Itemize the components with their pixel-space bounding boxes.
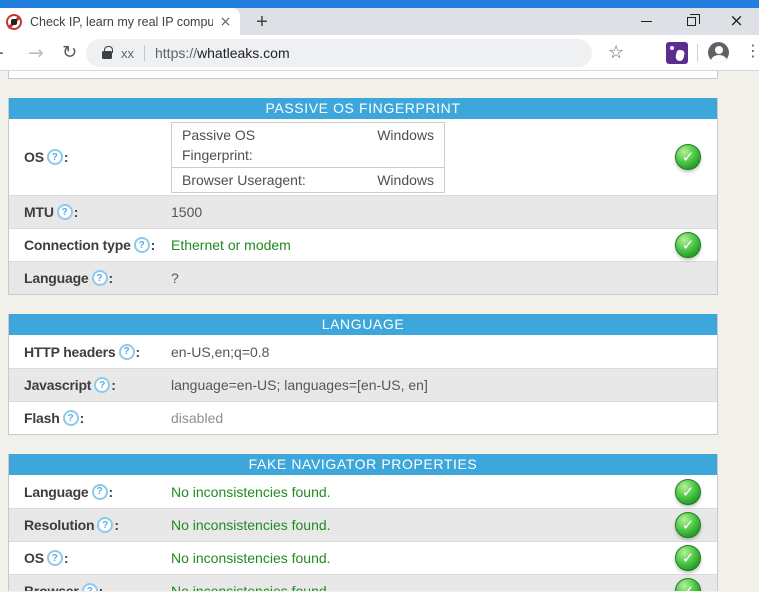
table-row: MTU ? : 1500 (9, 195, 717, 228)
table-passive-os-fingerprint: PASSIVE OS FINGERPRINT OS ? : Passive OS… (8, 98, 718, 295)
window-controls: × (624, 8, 759, 35)
status-cell: ✓ (657, 144, 717, 170)
restore-icon (687, 14, 700, 26)
table-row: Language ? : ? (9, 261, 717, 294)
tab-close-icon[interactable]: × (217, 13, 234, 30)
row-value: en-US,en;q=0.8 (171, 343, 270, 360)
extension-icon[interactable] (666, 42, 688, 64)
status-cell: ✓ (657, 545, 717, 571)
row-label: Resolution ? : (24, 517, 120, 533)
status-cell: ✓ (657, 478, 717, 505)
check-ok-icon: ✓ (675, 578, 701, 591)
check-ok-icon: ✓ (675, 478, 701, 505)
close-icon: × (729, 11, 744, 31)
row-label: Javascript ? : (24, 377, 116, 393)
help-icon[interactable]: ? (94, 377, 111, 393)
help-icon[interactable]: ? (97, 517, 114, 533)
table-row: OS ? : No inconsistencies found. ✓ (9, 541, 717, 574)
row-label: OS ? : (24, 550, 69, 566)
restore-button[interactable] (669, 8, 714, 35)
row-value: Passive OS Fingerprint: Windows Browser … (171, 121, 657, 193)
help-icon[interactable]: ? (46, 149, 63, 165)
table-header: PASSIVE OS FINGERPRINT (9, 98, 717, 119)
browser-titlebar: Check IP, learn my real IP compu × + × (0, 0, 759, 35)
reload-button[interactable]: ↻ (62, 41, 77, 65)
check-ok-icon: ✓ (675, 545, 701, 571)
table-row: Flash ? : disabled (9, 401, 717, 434)
row-value: language=en-US; languages=[en-US, en] (171, 377, 428, 393)
profile-avatar[interactable] (708, 42, 729, 63)
minimize-button[interactable] (624, 8, 669, 35)
table-row: Browser ? : No inconsistencies found. ✓ (9, 574, 717, 591)
back-button[interactable]: ← (0, 41, 4, 65)
table-row: Resolution ? : No inconsistencies found.… (9, 508, 717, 541)
row-value: No inconsistencies found. (171, 550, 331, 566)
close-window-button[interactable]: × (714, 8, 759, 35)
minimize-icon (641, 21, 652, 22)
help-icon[interactable]: ? (91, 483, 108, 500)
window-accent-strip (0, 0, 759, 8)
row-label: Language ? : (24, 270, 114, 286)
table-header: FAKE NAVIGATOR PROPERTIES (9, 454, 717, 475)
status-cell: ✓ (657, 512, 717, 538)
table-row: Connection type ? : Ethernet or modem ✓ (9, 228, 717, 261)
row-label: Language ? : (24, 483, 114, 500)
row-label: Connection type ? : (24, 237, 156, 253)
row-label: MTU ? : (24, 204, 79, 220)
table-row: Language ? : No inconsistencies found. ✓ (9, 475, 717, 508)
table-language: LANGUAGE HTTP headers ? : en-US,en;q=0.8… (8, 314, 718, 435)
row-label: Flash ? : (24, 410, 85, 426)
row-label: OS ? : (24, 149, 69, 165)
row-value: disabled (171, 410, 224, 426)
page-content: PASSIVE OS FINGERPRINT OS ? : Passive OS… (0, 71, 759, 591)
browser-toolbar: ← → ↻ xx https:// whatleaks.com ☆ ⋮ (0, 35, 759, 71)
os-detail-table: Passive OS Fingerprint: Windows Browser … (171, 121, 445, 193)
help-icon[interactable]: ? (56, 204, 73, 220)
table-fake-navigator-properties: FAKE NAVIGATOR PROPERTIES Language ? : N… (8, 454, 718, 591)
check-ok-icon: ✓ (675, 512, 701, 538)
status-cell: ✓ (657, 578, 717, 591)
address-badge: xx (121, 45, 134, 61)
table-header: LANGUAGE (9, 314, 717, 335)
browser-menu-icon[interactable]: ⋮ (745, 41, 759, 60)
browser-tab[interactable]: Check IP, learn my real IP compu × (0, 8, 240, 35)
row-value: No inconsistencies found. (171, 583, 331, 591)
address-bar[interactable]: xx https:// whatleaks.com (86, 39, 592, 67)
new-tab-button[interactable]: + (250, 10, 274, 34)
url-host: whatleaks.com (197, 45, 290, 61)
row-label: HTTP headers ? : (24, 343, 141, 360)
address-separator (144, 45, 145, 61)
help-icon[interactable]: ? (118, 343, 135, 360)
help-icon[interactable]: ? (81, 583, 98, 591)
table-row: Javascript ? : language=en-US; languages… (9, 368, 717, 401)
previous-table-edge (8, 71, 718, 79)
tab-title: Check IP, learn my real IP compu (30, 14, 213, 29)
toolbar-divider (697, 44, 698, 62)
table-row: OS ? : Passive OS Fingerprint: Windows B… (9, 119, 717, 195)
lock-icon[interactable] (102, 45, 113, 59)
row-value: 1500 (171, 204, 203, 220)
os-detail-row: Passive OS Fingerprint: Windows (182, 126, 434, 163)
help-icon[interactable]: ? (62, 410, 79, 426)
check-ok-icon: ✓ (675, 144, 701, 170)
row-value: No inconsistencies found. (171, 517, 331, 533)
site-favicon-icon (6, 13, 22, 30)
row-value: ? (171, 270, 179, 286)
row-value: No inconsistencies found. (171, 483, 331, 500)
row-label: Browser ? : (9, 583, 171, 591)
help-icon[interactable]: ? (91, 270, 108, 286)
help-icon[interactable]: ? (46, 550, 63, 566)
table-row: HTTP headers ? : en-US,en;q=0.8 (9, 335, 717, 368)
row-value: Ethernet or modem (171, 237, 291, 253)
forward-button[interactable]: → (28, 41, 44, 65)
check-ok-icon: ✓ (675, 232, 701, 258)
status-cell: ✓ (657, 232, 717, 258)
url-scheme: https:// (155, 45, 198, 61)
os-detail-row: Browser Useragent: Windows (172, 166, 444, 192)
help-icon[interactable]: ? (133, 237, 150, 253)
bookmark-star-icon[interactable]: ☆ (608, 42, 624, 63)
